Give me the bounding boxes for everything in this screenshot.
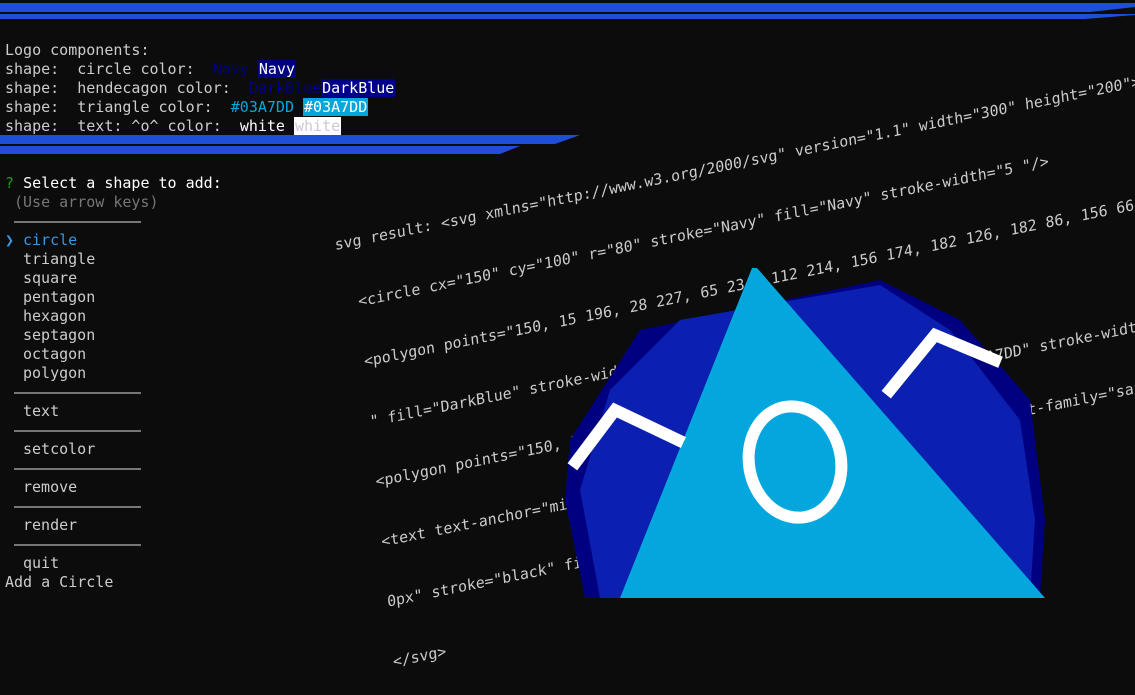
- rendered-logo: [565, 268, 1045, 598]
